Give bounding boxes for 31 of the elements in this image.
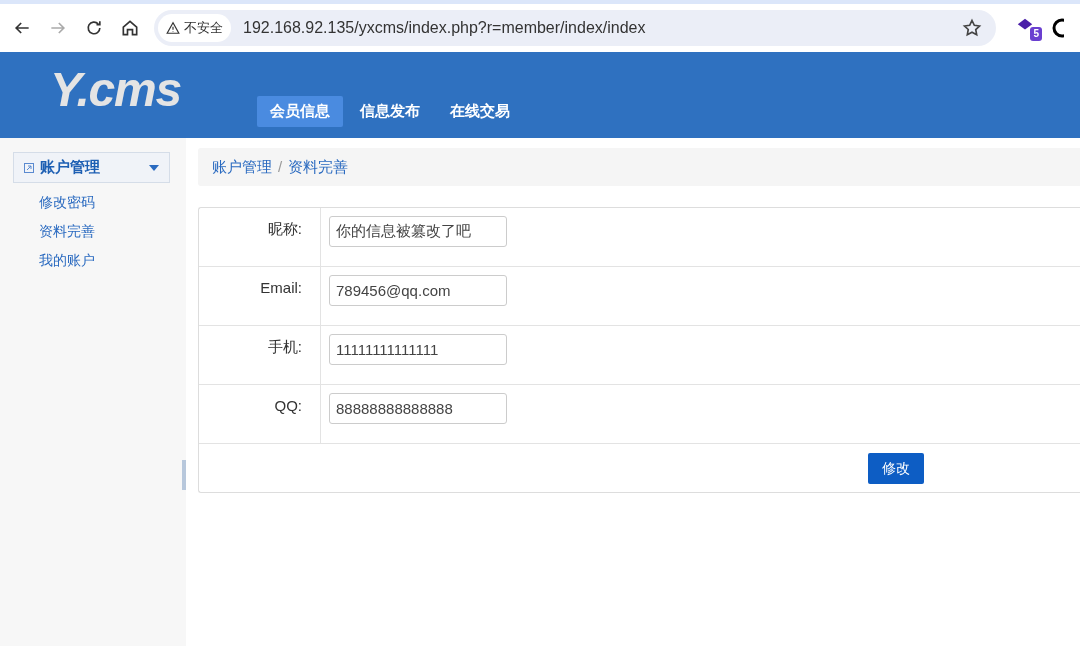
submit-button[interactable]: 修改	[868, 452, 924, 484]
breadcrumb-link[interactable]: 账户管理	[212, 155, 272, 179]
caret-icon	[149, 164, 159, 171]
security-chip[interactable]: 不安全	[158, 14, 231, 42]
sidebar-link[interactable]: 修改密码	[39, 192, 170, 212]
field-label: 手机:	[267, 337, 302, 357]
extension-badge: 5	[1030, 27, 1042, 41]
external-link-icon	[24, 162, 34, 173]
nav-tab[interactable]: 会员信息	[257, 96, 344, 127]
sidebar-section-header[interactable]: 账户管理	[13, 152, 170, 183]
address-bar[interactable]: 不安全 192.168.92.135/yxcms/index.php?r=member/index/index	[154, 10, 996, 46]
field-label: QQ:	[274, 396, 302, 416]
nav-tab[interactable]: 信息发布	[347, 96, 434, 127]
nav-tab[interactable]: 在线交易	[437, 96, 524, 127]
star-icon[interactable]	[962, 18, 982, 38]
warning-icon	[166, 21, 180, 35]
field-label: Email:	[260, 278, 302, 298]
input-field[interactable]: 789456@qq.com	[329, 275, 507, 306]
home-icon[interactable]	[120, 18, 140, 38]
url-text: 192.168.92.135/yxcms/index.php?r=member/index/index	[243, 18, 646, 38]
breadcrumb-separator: /	[278, 156, 283, 177]
input-field[interactable]: 88888888888888	[329, 393, 507, 424]
field-label: 昵称:	[267, 219, 302, 239]
reload-icon[interactable]	[84, 18, 104, 38]
profile-icon[interactable]	[1050, 18, 1064, 38]
site-logo[interactable]: Y.cms	[50, 66, 182, 114]
input-field[interactable]: 11111111111111	[329, 334, 507, 365]
input-field[interactable]: 你的信息被篡改了吧	[329, 216, 507, 247]
sidebar-link[interactable]: 资料完善	[39, 221, 170, 241]
sidebar-link[interactable]: 我的账户	[39, 250, 170, 270]
breadcrumb-link[interactable]: 资料完善	[288, 155, 349, 179]
